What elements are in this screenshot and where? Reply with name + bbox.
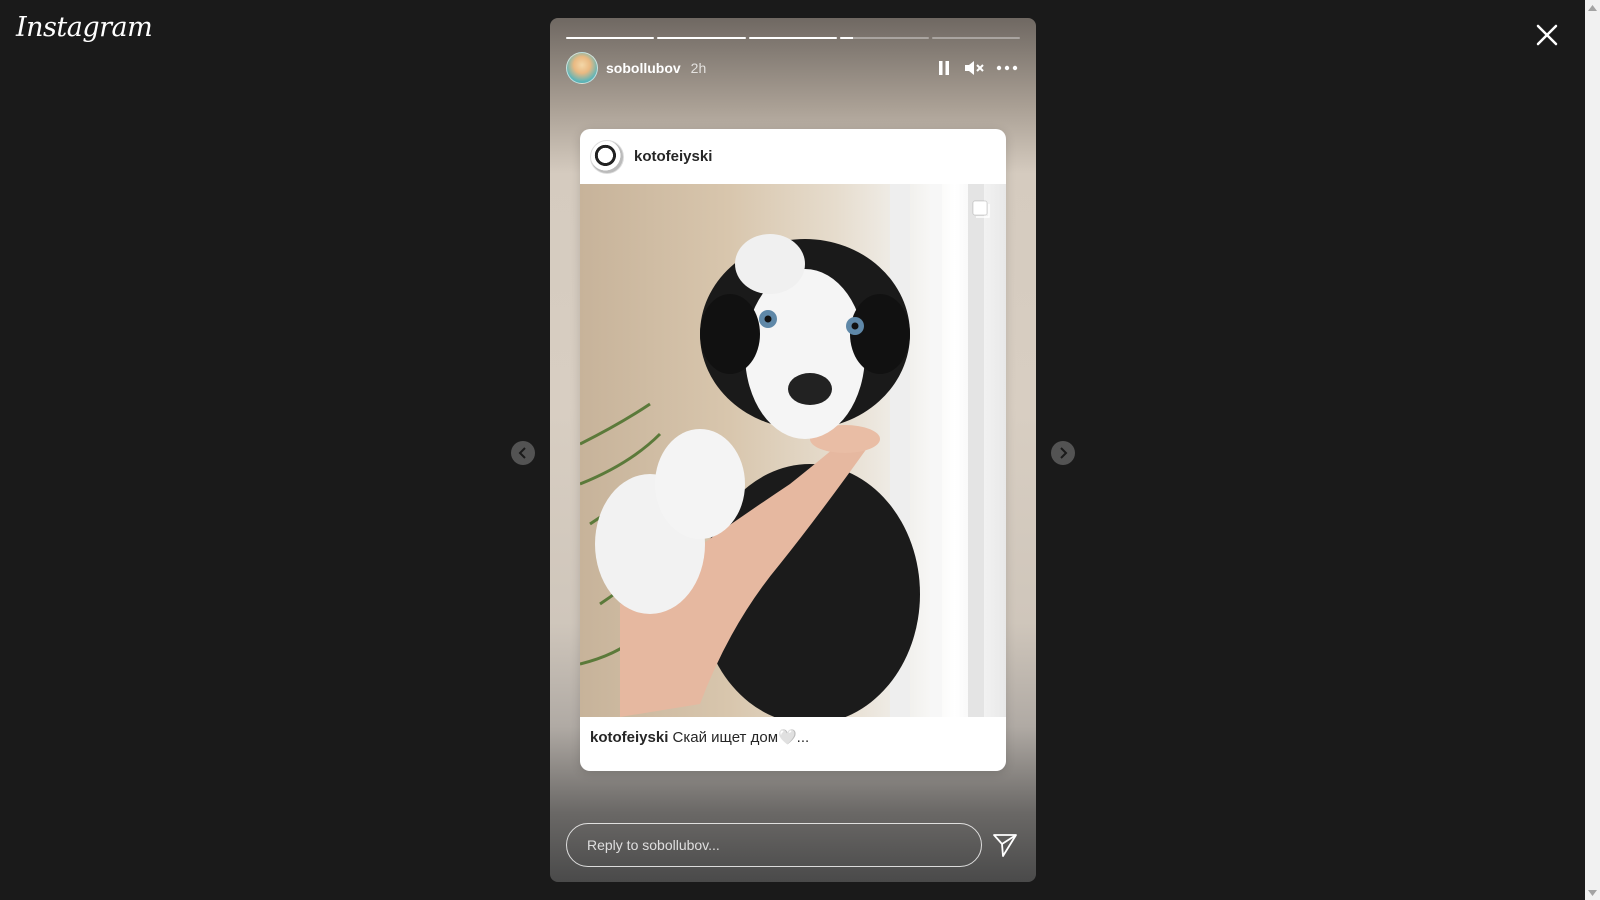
progress-fill (748, 37, 838, 39)
story-header: sobollubov 2h (566, 52, 1020, 84)
pause-icon[interactable] (934, 58, 954, 78)
author-avatar[interactable] (566, 52, 598, 84)
reply-input[interactable] (566, 823, 982, 867)
instagram-logo[interactable]: Instagram (16, 12, 153, 43)
author-username[interactable]: sobollubov (606, 60, 681, 76)
scroll-up-icon[interactable] (1585, 0, 1600, 15)
progress-segment (566, 37, 655, 39)
puppy-photo (580, 184, 1006, 717)
chevron-left-icon (518, 447, 526, 459)
progress-segment (931, 37, 1021, 39)
progress-fill (657, 37, 746, 39)
progress-segment (840, 37, 929, 39)
reply-bar (566, 823, 1020, 867)
story-controls (934, 58, 1020, 78)
next-story-button[interactable] (1051, 441, 1075, 465)
carousel-icon (972, 200, 990, 218)
shared-post-avatar[interactable] (590, 139, 624, 174)
previous-story-button[interactable] (511, 441, 535, 465)
shared-post-header: kotofeiyski (580, 129, 1006, 184)
story-viewer[interactable]: sobollubov 2h kotofeiyski kotofeiyski Ск… (550, 18, 1036, 882)
chevron-right-icon (1060, 447, 1068, 459)
send-icon[interactable] (992, 832, 1018, 858)
progress-fill (840, 37, 854, 39)
caption-username[interactable]: kotofeiyski (590, 729, 668, 746)
muted-speaker-icon[interactable] (964, 58, 984, 78)
puppy-illustration (580, 184, 984, 717)
progress-segment (657, 37, 746, 39)
more-options-icon[interactable] (994, 58, 1020, 78)
scroll-down-icon[interactable] (1585, 885, 1600, 900)
caption-text: Скай ищет дом🤍... (672, 729, 810, 746)
shared-post-card[interactable]: kotofeiyski kotofeiyski Скай ищет дом🤍..… (580, 129, 1006, 771)
shared-post-username[interactable]: kotofeiyski (634, 148, 712, 165)
progress-fill (566, 37, 655, 39)
progress-segment (748, 37, 838, 39)
story-time: 2h (690, 60, 707, 76)
close-icon[interactable] (1534, 22, 1560, 48)
page-scrollbar[interactable] (1585, 0, 1600, 900)
story-progress-bar (566, 37, 1021, 39)
shared-post-caption: kotofeiyski Скай ищет дом🤍... (580, 717, 1006, 757)
